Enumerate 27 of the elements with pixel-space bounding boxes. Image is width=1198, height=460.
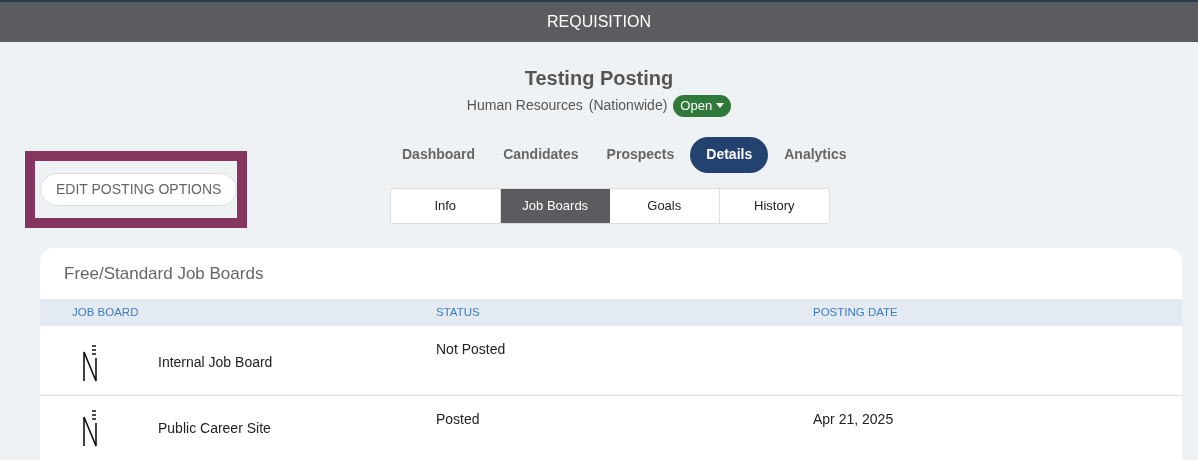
posting-title: Testing Posting (524, 66, 674, 91)
caret-icon (716, 103, 725, 109)
location-text: (Nationwide) (588, 96, 668, 116)
sub-tab[interactable]: Job Boards (500, 188, 610, 223)
nav-tab[interactable]: Prospects (594, 136, 687, 173)
posting-date: Apr 21, 2025 (813, 410, 894, 429)
page-title: REQUISITION (547, 12, 651, 32)
status-text: Not Posted (436, 340, 507, 359)
edit-posting-options-button[interactable]: EDIT POSTING OPTIONS (40, 172, 238, 206)
nav-tab[interactable]: Analytics (772, 136, 859, 173)
status-dropdown[interactable]: Open (673, 95, 732, 117)
job-board-name: Internal Job Board (158, 353, 273, 372)
status-text: Posted (436, 410, 481, 429)
board-logo-icon (82, 343, 100, 382)
column-header: JOB BOARD (71, 304, 140, 320)
column-header: POSTING DATE (813, 304, 898, 320)
column-header: STATUS (436, 304, 481, 320)
sub-tab[interactable]: Goals (610, 188, 720, 223)
nav-tab[interactable]: Dashboard (390, 136, 488, 173)
department-text: Human Resources (466, 96, 583, 116)
nav-tab[interactable]: Details (690, 136, 769, 173)
card-title: Free/Standard Job Boards (63, 262, 265, 285)
job-board-name: Public Career Site (158, 418, 271, 438)
sub-tab[interactable]: History (719, 188, 829, 223)
sub-tab[interactable]: Info (391, 188, 501, 223)
nav-tab[interactable]: Candidates (491, 136, 591, 173)
board-logo-icon (82, 409, 100, 447)
